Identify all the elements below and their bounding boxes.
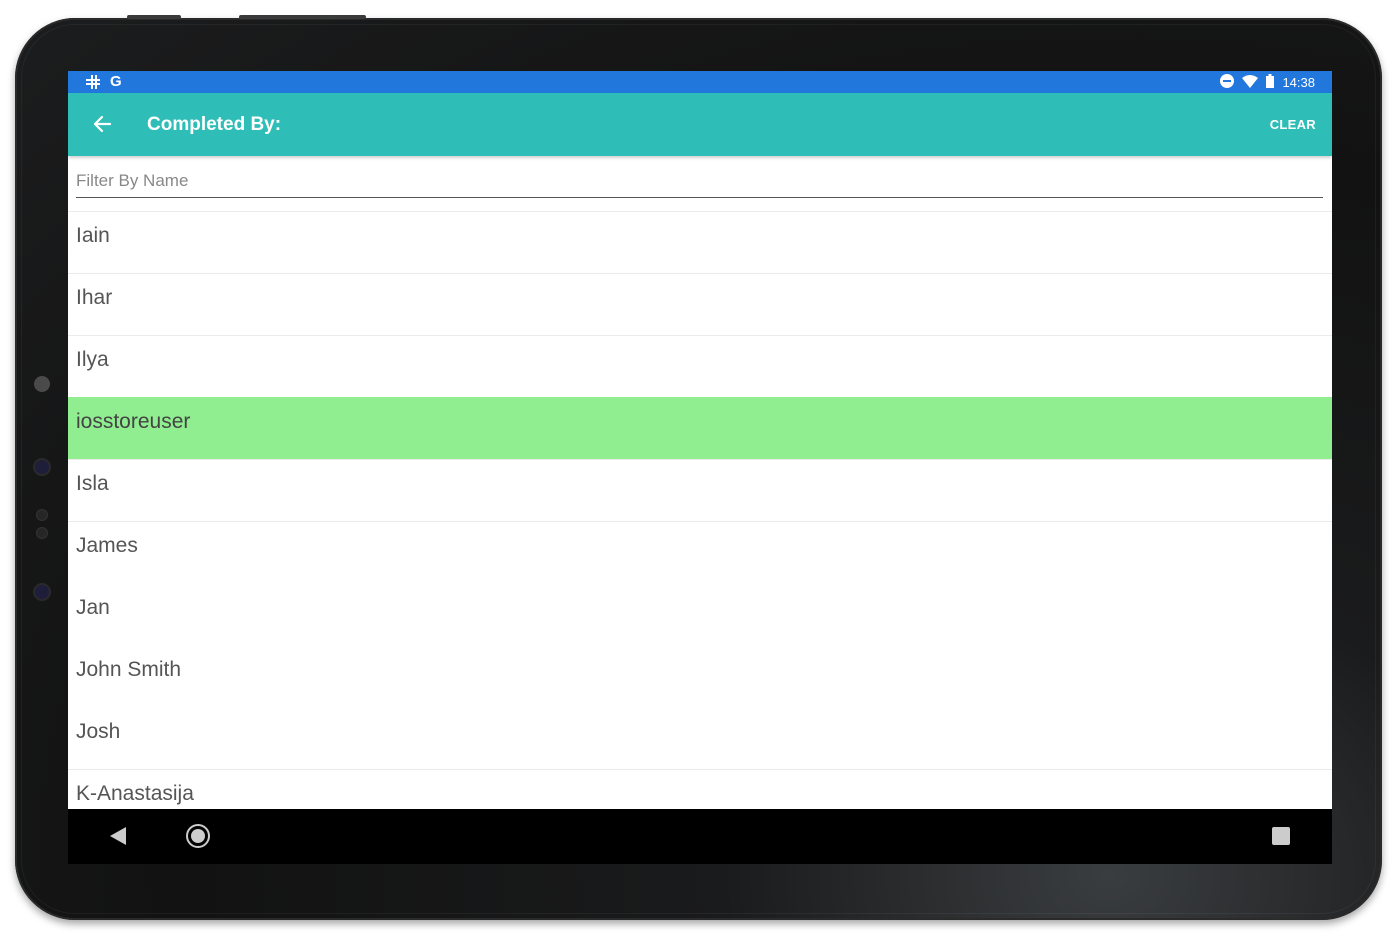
- back-triangle-icon[interactable]: [110, 827, 126, 845]
- list-item-label: Jan: [76, 596, 110, 619]
- list-item-label: Isla: [76, 472, 109, 495]
- list-item[interactable]: Isla: [68, 459, 1332, 521]
- list-item[interactable]: Ilya: [68, 335, 1332, 397]
- list-item[interactable]: James: [68, 521, 1332, 583]
- list-item-label: K-Anastasija: [76, 782, 194, 805]
- list-item-label: Ihar: [76, 286, 113, 309]
- front-sensor: [34, 376, 50, 392]
- wifi-icon: [1242, 74, 1259, 91]
- hardware-button-large: [239, 15, 366, 19]
- list-item-selected[interactable]: iosstoreuser: [68, 397, 1332, 459]
- sensor-dot: [37, 528, 47, 538]
- status-right-icons: 14:38: [1220, 74, 1315, 91]
- front-camera-lens: [35, 585, 49, 599]
- app-bar: Completed By: CLEAR: [68, 93, 1332, 156]
- home-circle-icon[interactable]: [186, 824, 210, 848]
- list-item[interactable]: Ihar: [68, 273, 1332, 335]
- hardware-button-small: [127, 15, 181, 19]
- filter-field: [76, 167, 1323, 198]
- list-item-label: iosstoreuser: [76, 410, 191, 433]
- system-nav-bar: [68, 809, 1332, 864]
- list-item-label: John Smith: [76, 658, 182, 681]
- front-camera-lens: [35, 460, 49, 474]
- status-time: 14:38: [1282, 75, 1315, 90]
- list-item[interactable]: Josh: [68, 707, 1332, 769]
- status-left-icons: G: [86, 73, 122, 93]
- slack-icon: [86, 73, 100, 93]
- list-item[interactable]: Iain: [68, 211, 1332, 273]
- filter-by-name-input[interactable]: [76, 171, 1323, 191]
- list-item[interactable]: John Smith: [68, 645, 1332, 707]
- do-not-disturb-icon: [1220, 74, 1235, 91]
- list-item-label: Josh: [76, 720, 121, 743]
- google-icon: G: [110, 73, 122, 90]
- list-item-label: James: [76, 534, 138, 557]
- list-item-label: Ilya: [76, 348, 109, 371]
- status-bar: G 14:38: [68, 71, 1332, 93]
- battery-icon: [1266, 74, 1275, 91]
- list-item-label: Iain: [76, 224, 110, 247]
- arrow-left-icon[interactable]: [90, 111, 116, 137]
- recents-square-icon[interactable]: [1272, 827, 1290, 845]
- clear-button[interactable]: CLEAR: [1270, 117, 1316, 132]
- name-list: Iain Ihar Ilya iosstoreuser Isla James J…: [68, 211, 1332, 831]
- page-title: Completed By:: [147, 114, 282, 135]
- device-screen: G 14:38 Completed By: CLEAR Filter By Na…: [68, 71, 1332, 864]
- sensor-dot: [37, 510, 47, 520]
- list-item[interactable]: Jan: [68, 583, 1332, 645]
